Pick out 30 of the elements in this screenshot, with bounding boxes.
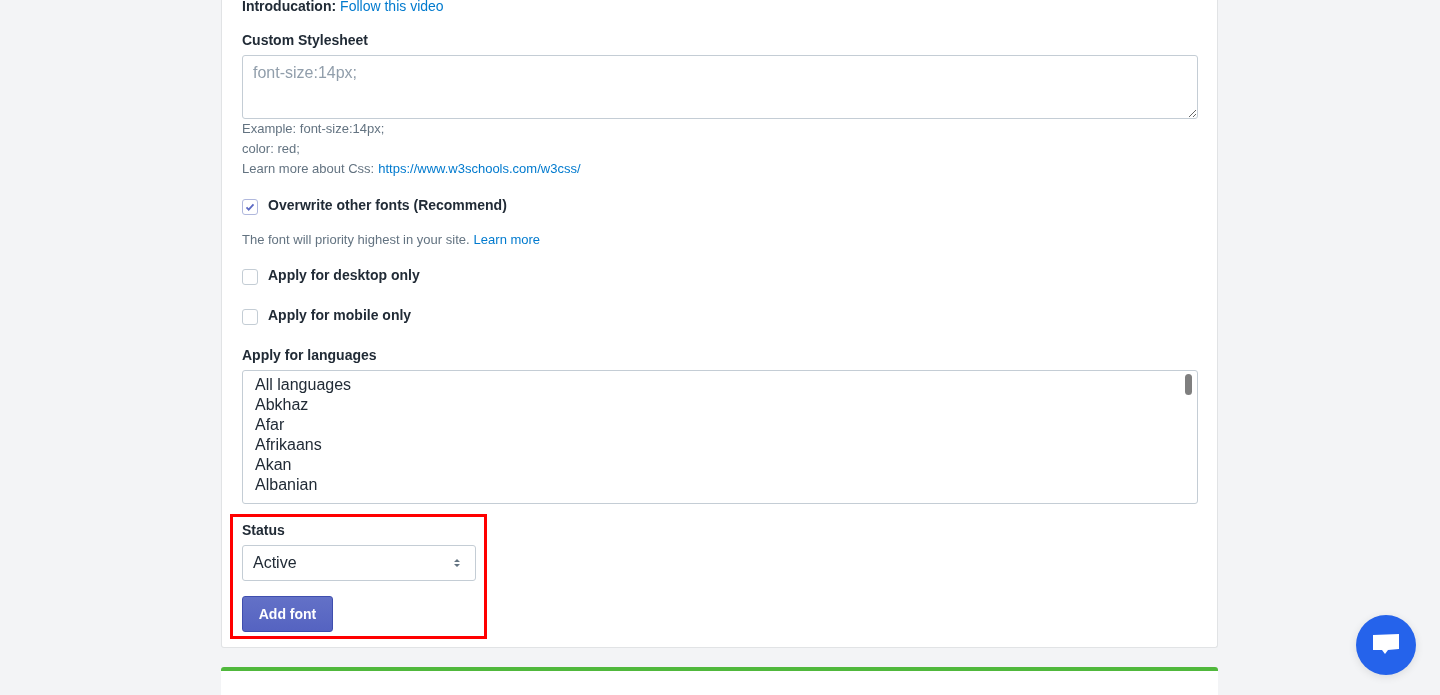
help-text: Example: font-size:14px;: [242, 120, 385, 138]
checkbox[interactable]: [242, 199, 258, 215]
language-option[interactable]: Abkhaz: [255, 395, 1185, 415]
help-text: color: red;: [242, 140, 300, 158]
field-label: Status: [242, 521, 285, 540]
field-label: Apply for languages: [242, 346, 377, 365]
chevron-updown-icon: [453, 557, 461, 569]
scrollbar-thumb[interactable]: [1185, 374, 1192, 395]
language-option[interactable]: Afar: [255, 415, 1185, 435]
field-label: Custom Stylesheet: [242, 31, 369, 50]
css-link[interactable]: https://www.w3schools.com/w3css/: [378, 159, 581, 179]
video-link[interactable]: Follow this video: [340, 0, 444, 16]
note-text: The font will priority highest in your site.: [242, 231, 470, 249]
checkbox[interactable]: [242, 309, 258, 325]
checkbox-label: Overwrite other fonts (Recommend): [268, 196, 507, 215]
language-listbox[interactable]: All languages Abkhaz Afar Afrikaans Akan Albanian: [242, 370, 1198, 504]
language-option[interactable]: Akan: [255, 455, 1185, 475]
intro-label: Introducation:: [242, 0, 337, 16]
language-option[interactable]: Afrikaans: [255, 435, 1185, 455]
checkbox-label: Apply for desktop only: [268, 266, 420, 285]
help-text: Learn more about Css:: [242, 160, 375, 178]
add-font-button[interactable]: Add font: [242, 596, 333, 632]
status-select[interactable]: Active: [242, 545, 476, 581]
stylesheet-field[interactable]: font-size:14px;: [242, 55, 1198, 119]
checkbox[interactable]: [242, 269, 258, 285]
learn-more-link[interactable]: Learn more: [473, 230, 541, 250]
checkbox-label: Apply for mobile only: [268, 306, 412, 325]
chat-button[interactable]: [1356, 615, 1416, 675]
language-option[interactable]: Albanian: [255, 475, 1185, 495]
language-option[interactable]: All languages: [255, 375, 1185, 395]
